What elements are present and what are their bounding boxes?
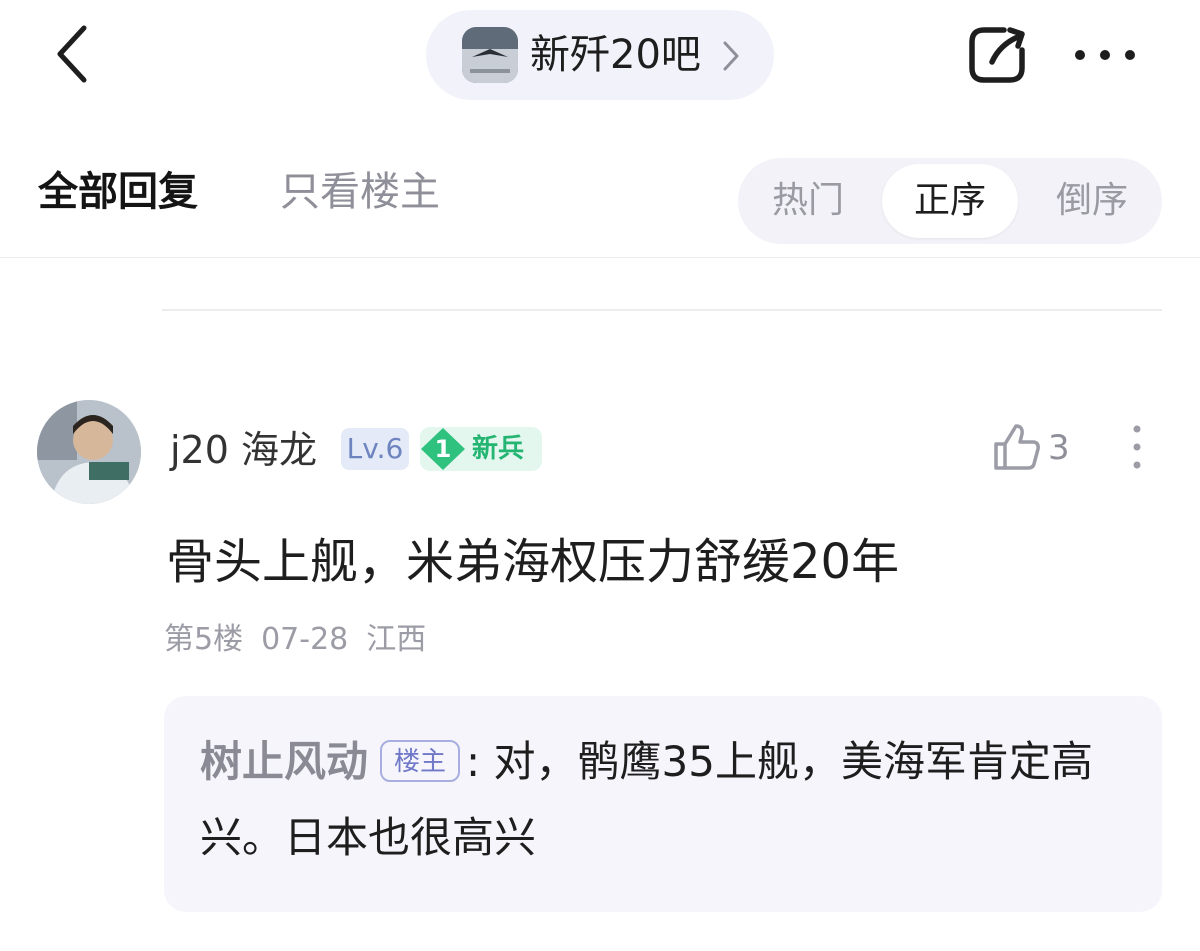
rank-number: 1	[434, 435, 452, 463]
post-content: 骨头上舰，米弟海权压力舒缓20年	[166, 534, 900, 590]
post-detail-page: 新歼20吧 全部回复 只看楼主 热门 正序 倒序 j20 海龙 Lv.6 1 新…	[0, 0, 1200, 951]
level-badge: Lv.6	[341, 428, 409, 470]
tab-all-replies[interactable]: 全部回复	[38, 164, 198, 220]
share-button[interactable]	[966, 24, 1032, 86]
sub-reply-separator: :	[466, 737, 481, 786]
sub-reply-author[interactable]: 树止风动	[200, 737, 368, 786]
more-vertical-icon	[1133, 425, 1141, 469]
owner-tag: 楼主	[380, 740, 461, 782]
forum-entry-button[interactable]: 新歼20吧	[426, 10, 774, 100]
post-meta: 第5楼 07-28 江西	[164, 620, 444, 660]
back-button[interactable]	[50, 22, 98, 86]
divider	[162, 309, 1162, 311]
reply-post: j20 海龙 Lv.6 1 新兵 3 骨头上舰，米弟海权压力舒缓20年 第5楼 …	[0, 380, 1200, 951]
post-more-button[interactable]	[1128, 424, 1146, 470]
post-location: 江西	[366, 622, 427, 657]
sub-reply-box[interactable]: 树止风动 楼主: 对，鹘鹰35上舰，美海军肯定高兴。日本也很高兴	[164, 696, 1162, 912]
forum-name: 新歼20吧	[530, 32, 701, 78]
rank-label: 新兵	[472, 434, 525, 464]
sort-toggle: 热门 正序 倒序	[738, 158, 1162, 244]
more-options-button[interactable]	[1070, 40, 1140, 70]
like-button[interactable]	[992, 422, 1042, 472]
reply-tabs: 全部回复 只看楼主 热门 正序 倒序	[0, 150, 1200, 256]
divider	[0, 257, 1200, 258]
floor-number: 第5楼	[164, 622, 244, 657]
like-count: 3	[1048, 428, 1070, 468]
sort-descending[interactable]: 倒序	[1022, 164, 1162, 238]
chevron-right-icon	[723, 41, 739, 71]
avatar[interactable]	[37, 400, 141, 504]
sort-ascending[interactable]: 正序	[882, 164, 1018, 238]
tab-owner-only[interactable]: 只看楼主	[280, 164, 440, 220]
post-date: 07-28	[261, 622, 349, 657]
chevron-left-icon	[57, 25, 87, 83]
username[interactable]: j20 海龙	[170, 424, 317, 476]
rank-badge: 1 新兵	[420, 427, 542, 471]
sub-reply: 树止风动 楼主: 对，鹘鹰35上舰，美海军肯定高兴。日本也很高兴	[200, 724, 1120, 876]
sort-hot[interactable]: 热门	[738, 164, 878, 238]
share-icon	[969, 27, 1025, 83]
more-horizontal-icon	[1075, 50, 1135, 60]
thumbs-up-icon	[994, 424, 1040, 470]
top-bar: 新歼20吧	[0, 0, 1200, 110]
forum-avatar	[462, 27, 518, 83]
